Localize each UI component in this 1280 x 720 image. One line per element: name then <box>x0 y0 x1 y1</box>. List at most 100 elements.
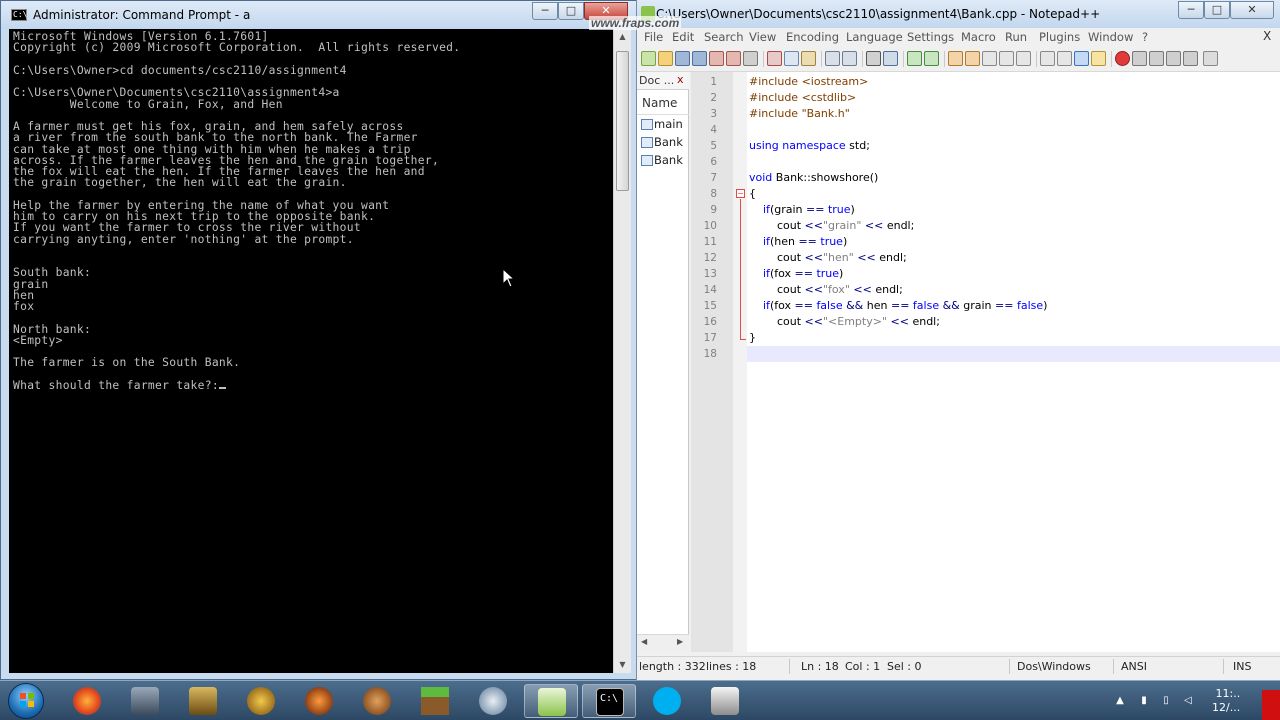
code-line[interactable]: void Bank::showshore() <box>747 170 1280 186</box>
menu-window[interactable]: Window <box>1088 30 1133 44</box>
cmd-console[interactable]: Microsoft Windows [Version 6.1.7601] Cop… <box>9 29 613 673</box>
code-line[interactable]: } <box>747 330 1280 346</box>
copy-icon[interactable] <box>784 51 799 66</box>
code-text-area[interactable]: #include <iostream> #include <cstdlib> #in… <box>747 72 1280 652</box>
taskbar-voice-chat[interactable] <box>466 684 520 718</box>
user-defined-language-icon[interactable] <box>1040 51 1055 66</box>
code-line[interactable]: cout <<"fox" << endl; <box>747 282 1280 298</box>
menu-macro[interactable]: Macro <box>961 30 996 44</box>
cmd-title-bar[interactable]: C:\ Administrator: Command Prompt - a ─ … <box>1 1 639 29</box>
doclist-column-name[interactable]: Name <box>642 96 677 110</box>
code-line[interactable] <box>747 346 1280 362</box>
record-macro-icon[interactable] <box>1115 51 1130 66</box>
taskbar-league-of-legends[interactable] <box>176 684 230 718</box>
code-line[interactable]: cout <<"<Empty>" << endl; <box>747 314 1280 330</box>
doclist-item-main[interactable]: main <box>640 116 683 132</box>
taskbar-command-prompt[interactable]: C:\ <box>582 684 636 718</box>
playback-macro-icon[interactable] <box>1149 51 1164 66</box>
paste-icon[interactable] <box>801 51 816 66</box>
taskbar-old-republic[interactable] <box>350 684 404 718</box>
close-all-icon[interactable] <box>726 51 741 66</box>
save-macro-icon[interactable] <box>1183 51 1198 66</box>
menu-close-document-button[interactable]: X <box>1263 29 1271 43</box>
toolbar-overflow-icon[interactable] <box>1203 51 1218 66</box>
code-line[interactable]: if(fox == true) <box>747 266 1280 282</box>
undo-icon[interactable] <box>825 51 840 66</box>
menu-view[interactable]: View <box>749 30 776 44</box>
menu-settings[interactable]: Settings <box>907 30 954 44</box>
cmd-app-icon[interactable]: C:\ <box>11 9 27 21</box>
function-list-icon[interactable] <box>1074 51 1089 66</box>
code-line[interactable]: cout <<"grain" << endl; <box>747 218 1280 234</box>
battery-icon[interactable]: ▯ <box>1160 695 1172 707</box>
new-file-icon[interactable] <box>641 51 656 66</box>
npp-close-button[interactable]: ✕ <box>1230 1 1274 19</box>
fold-toggle-icon[interactable]: − <box>736 189 745 198</box>
show-hidden-icons-icon[interactable]: ▲ <box>1114 695 1126 707</box>
sync-vertical-icon[interactable] <box>948 51 963 66</box>
taskbar-skype[interactable] <box>640 684 694 718</box>
code-line[interactable]: #include <iostream> <box>747 74 1280 90</box>
status-eol-format[interactable]: Dos\Windows <box>1017 660 1091 673</box>
menu-language[interactable]: Language <box>846 30 903 44</box>
npp-maximize-button[interactable]: □ <box>1204 1 1230 19</box>
cmd-maximize-button[interactable]: □ <box>558 2 584 20</box>
cmd-minimize-button[interactable]: ─ <box>532 2 558 20</box>
find-icon[interactable] <box>866 51 881 66</box>
code-line[interactable]: if(grain == true) <box>747 202 1280 218</box>
save-icon[interactable] <box>675 51 690 66</box>
code-line[interactable]: if(fox == false && hen == false && grain… <box>747 298 1280 314</box>
indent-guide-icon[interactable] <box>1016 51 1031 66</box>
cmd-scroll-thumb[interactable] <box>616 51 629 191</box>
code-line[interactable]: using namespace std; <box>747 138 1280 154</box>
cmd-scrollbar[interactable]: ▲ ▼ <box>613 29 631 673</box>
start-button[interactable] <box>8 683 44 719</box>
menu-file[interactable]: File <box>644 30 663 44</box>
stop-recording-icon[interactable] <box>1132 51 1147 66</box>
menu-plugins[interactable]: Plugins <box>1039 30 1080 44</box>
menu-edit[interactable]: Edit <box>672 30 694 44</box>
command-prompt-window[interactable]: C:\ Administrator: Command Prompt - a ─ … <box>0 0 640 680</box>
code-line[interactable]: #include <cstdlib> <box>747 90 1280 106</box>
cut-icon[interactable] <box>767 51 782 66</box>
network-icon[interactable]: ▮ <box>1138 695 1150 707</box>
show-all-characters-icon[interactable] <box>999 51 1014 66</box>
taskbar-fraps[interactable] <box>698 684 752 718</box>
close-file-icon[interactable] <box>709 51 724 66</box>
menu-encoding[interactable]: Encoding <box>786 30 839 44</box>
code-line[interactable] <box>747 122 1280 138</box>
zoom-in-icon[interactable] <box>907 51 922 66</box>
taskbar-diablo[interactable] <box>292 684 346 718</box>
code-line[interactable]: { <box>747 186 1280 202</box>
taskbar-firefox[interactable] <box>60 684 114 718</box>
scroll-right-icon[interactable]: ▶ <box>677 637 683 646</box>
document-map-icon[interactable] <box>1057 51 1072 66</box>
doclist-close-button[interactable]: x <box>677 73 684 86</box>
doclist-hscrollbar[interactable]: ◀ ▶ <box>637 634 689 652</box>
redo-icon[interactable] <box>842 51 857 66</box>
print-icon[interactable] <box>743 51 758 66</box>
npp-title-bar[interactable]: C:\Users\Owner\Documents\csc2110\assignm… <box>637 0 1280 28</box>
clock[interactable]: 11:.. 12/... <box>1212 687 1240 715</box>
taskbar-world-of-warcraft[interactable] <box>234 684 288 718</box>
doclist-item-bank-cpp[interactable]: Bank <box>640 134 683 150</box>
menu-run[interactable]: Run <box>1005 30 1027 44</box>
code-line[interactable] <box>747 154 1280 170</box>
npp-minimize-button[interactable]: ─ <box>1178 1 1204 19</box>
taskbar-starcraft[interactable] <box>118 684 172 718</box>
run-macro-multiple-icon[interactable] <box>1166 51 1181 66</box>
code-line[interactable]: #include "Bank.h" <box>747 106 1280 122</box>
doclist-tab[interactable]: Doc ... <box>639 74 674 87</box>
sync-horizontal-icon[interactable] <box>965 51 980 66</box>
open-file-icon[interactable] <box>658 51 673 66</box>
save-all-icon[interactable] <box>692 51 707 66</box>
code-line[interactable]: if(hen == true) <box>747 234 1280 250</box>
wrap-icon[interactable] <box>982 51 997 66</box>
scroll-up-icon[interactable]: ▲ <box>614 29 631 45</box>
volume-icon[interactable]: ◁ <box>1182 695 1194 707</box>
folder-workspace-icon[interactable] <box>1091 51 1106 66</box>
code-line[interactable]: cout <<"hen" << endl; <box>747 250 1280 266</box>
taskbar-minecraft[interactable] <box>408 684 462 718</box>
menu-help[interactable]: ? <box>1142 30 1148 44</box>
replace-icon[interactable] <box>883 51 898 66</box>
